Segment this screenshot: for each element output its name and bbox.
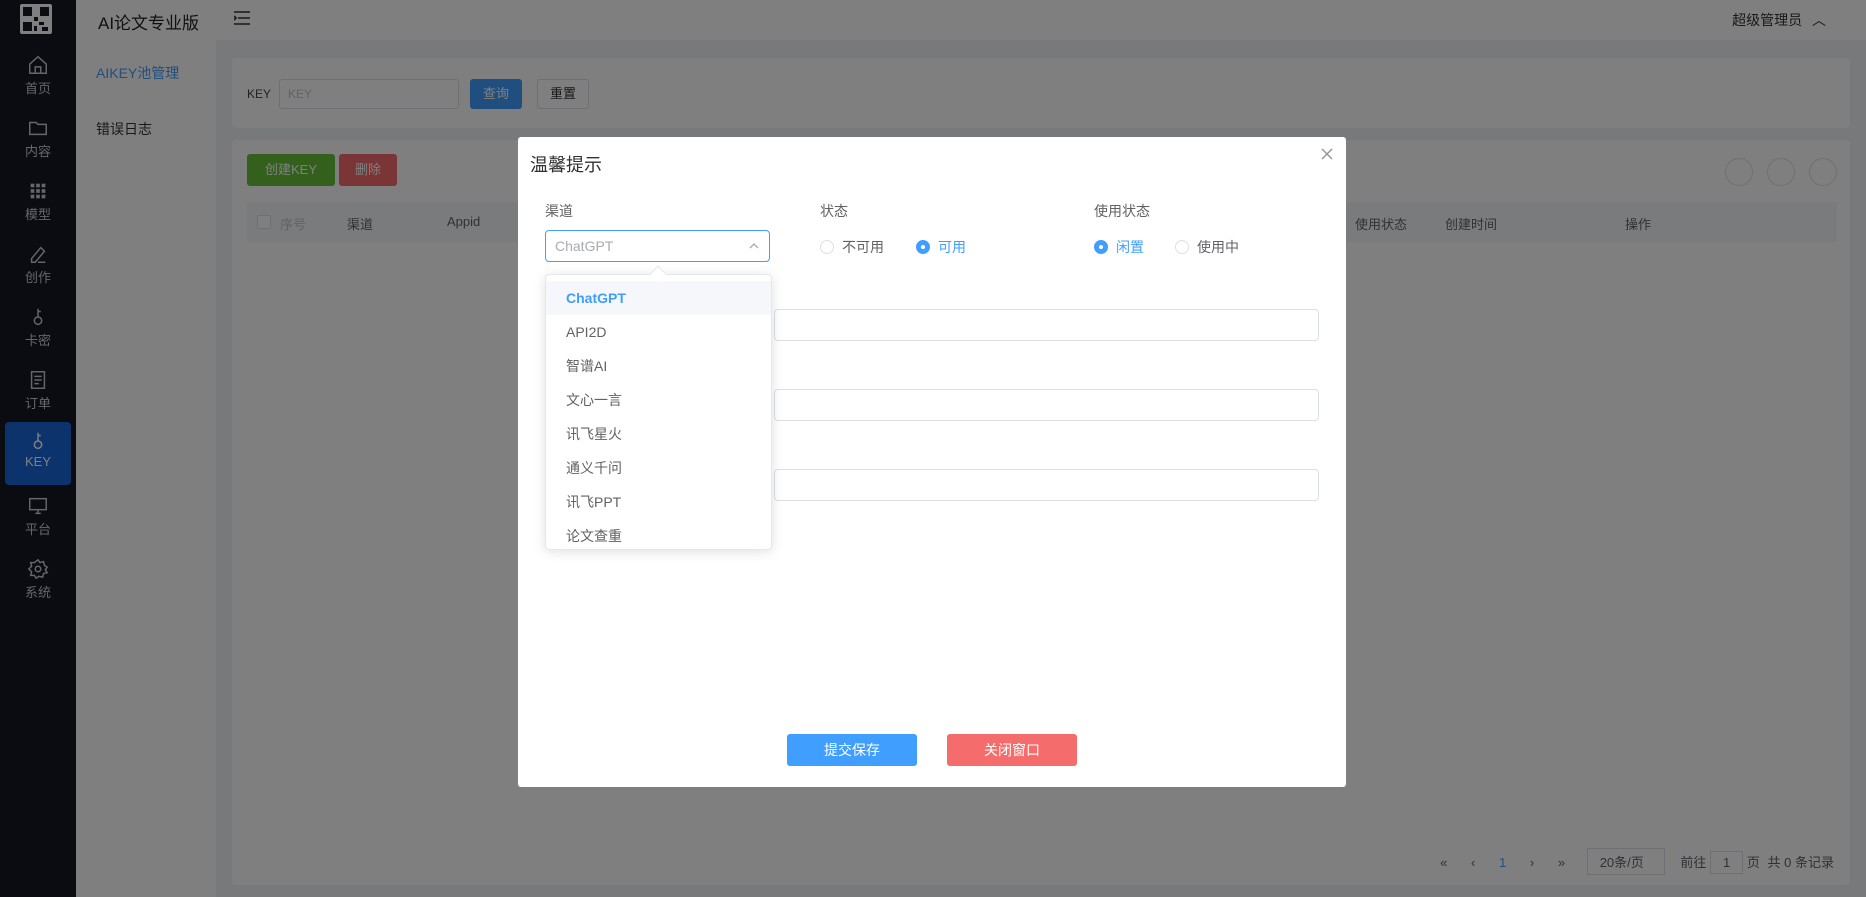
- status-label: 状态: [820, 203, 848, 219]
- channel-select[interactable]: ChatGPT: [545, 230, 770, 262]
- dropdown-option-chatgpt[interactable]: ChatGPT: [546, 281, 771, 315]
- dropdown-option-wenxin[interactable]: 文心一言: [546, 383, 771, 417]
- radio-icon: [820, 240, 834, 254]
- chevron-up-icon: [749, 243, 759, 249]
- dropdown-option-api2d[interactable]: API2D: [546, 315, 771, 349]
- radio-label: 使用中: [1197, 239, 1239, 255]
- dropdown-option-zhipu[interactable]: 智谱AI: [546, 349, 771, 383]
- dropdown-option-xunfei-ppt[interactable]: 讯飞PPT: [546, 485, 771, 519]
- radio-icon: [1175, 240, 1189, 254]
- dropdown-option-plagiarism-check[interactable]: 论文查重: [546, 519, 771, 549]
- close-icon[interactable]: [1320, 147, 1334, 161]
- close-window-button[interactable]: 关闭窗口: [947, 734, 1077, 766]
- channel-label: 渠道: [545, 203, 573, 219]
- radio-label: 闲置: [1116, 239, 1144, 255]
- submit-save-button[interactable]: 提交保存: [787, 734, 917, 766]
- channel-dropdown: ChatGPT API2D 智谱AI 文心一言 讯飞星火 通义千问 讯飞PPT …: [545, 274, 772, 550]
- text-field-1[interactable]: [774, 309, 1319, 341]
- dropdown-option-tongyi[interactable]: 通义千问: [546, 451, 771, 485]
- radio-label: 可用: [938, 239, 966, 255]
- usage-radio-idle[interactable]: 闲置: [1094, 237, 1144, 257]
- radio-checked-icon: [916, 240, 930, 254]
- status-radio-available[interactable]: 可用: [916, 237, 966, 257]
- radio-label: 不可用: [842, 239, 884, 255]
- radio-checked-icon: [1094, 240, 1108, 254]
- text-field-2[interactable]: [774, 389, 1319, 421]
- dropdown-option-xunfei-spark[interactable]: 讯飞星火: [546, 417, 771, 451]
- usage-label: 使用状态: [1094, 203, 1150, 219]
- dialog-title: 温馨提示: [530, 155, 602, 175]
- text-field-3[interactable]: [774, 469, 1319, 501]
- channel-select-value: ChatGPT: [555, 238, 614, 254]
- usage-radio-in-use[interactable]: 使用中: [1175, 237, 1239, 257]
- status-radio-unavailable[interactable]: 不可用: [820, 237, 884, 257]
